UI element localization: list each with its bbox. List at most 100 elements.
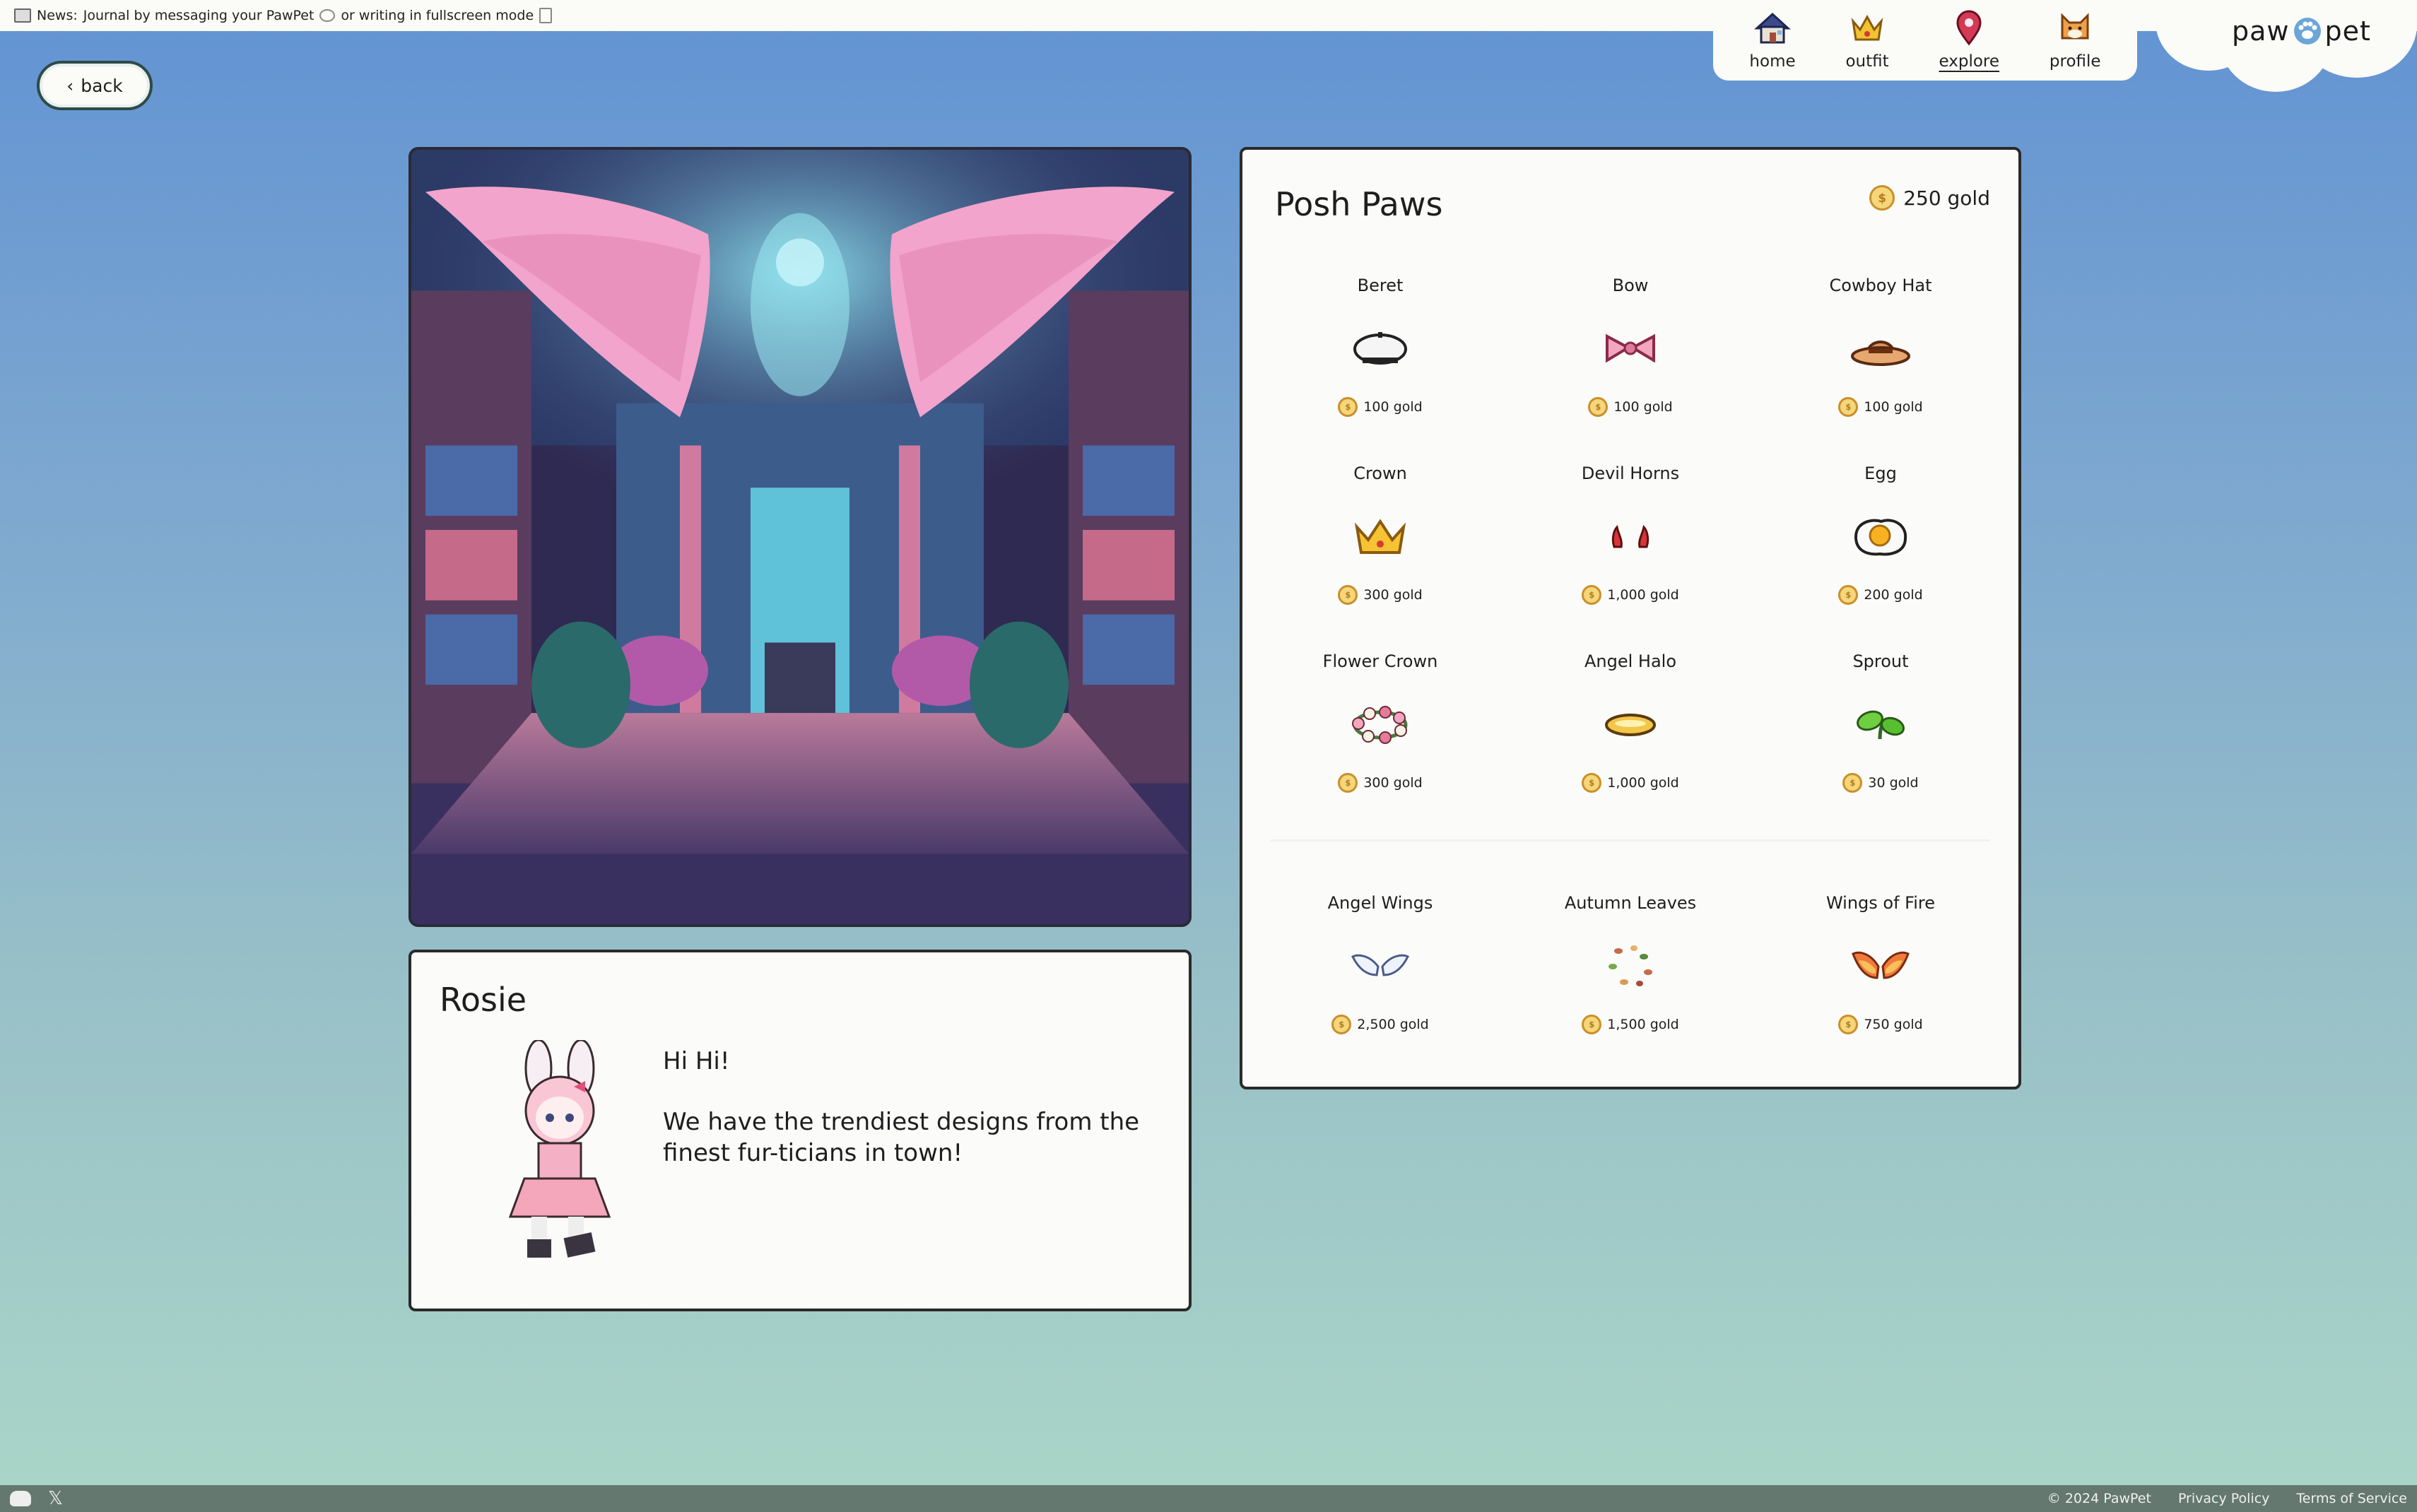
coin-icon xyxy=(1838,1015,1859,1034)
coin-icon xyxy=(1582,773,1602,793)
angel-wings-icon xyxy=(1351,954,1410,976)
shop-item-devil-horns[interactable]: Devil Horns 1,000 gold xyxy=(1505,455,1756,643)
item-price: 300 gold xyxy=(1338,585,1423,605)
coin-icon xyxy=(1582,1015,1602,1034)
coin-icon xyxy=(1338,585,1358,605)
shop-item-angel-halo[interactable]: Angel Halo 1,000 gold xyxy=(1505,643,1756,831)
egg-icon xyxy=(1854,519,1907,556)
back-label: back xyxy=(81,75,123,96)
logo-text-right: pet xyxy=(2324,16,2371,47)
shop-item-crown[interactable]: Crown 300 gold xyxy=(1255,455,1505,643)
item-price-amount: 200 gold xyxy=(1864,587,1923,603)
item-name: Crown xyxy=(1353,463,1407,483)
news-text-after: or writing in fullscreen mode xyxy=(341,8,534,23)
privacy-link[interactable]: Privacy Policy xyxy=(2178,1491,2269,1506)
item-price-amount: 300 gold xyxy=(1363,775,1423,791)
shop-item-cowboy-hat[interactable]: Cowboy Hat 100 gold xyxy=(1756,267,2006,455)
shop-item-egg[interactable]: Egg 200 gold xyxy=(1756,455,2006,643)
item-price-amount: 100 gold xyxy=(1613,399,1673,415)
fullscreen-icon xyxy=(539,8,553,23)
coin-icon xyxy=(1582,585,1602,605)
fire-wings-icon xyxy=(1852,951,1910,979)
item-price-amount: 1,500 gold xyxy=(1607,1017,1679,1032)
item-price-amount: 1,000 gold xyxy=(1607,775,1679,791)
terms-link[interactable]: Terms of Service xyxy=(2296,1491,2407,1506)
shop-item-flower-crown[interactable]: Flower Crown 300 gold xyxy=(1255,643,1505,831)
social-links: 𝕏 xyxy=(10,1488,63,1509)
shop-item-sprout[interactable]: Sprout 30 gold xyxy=(1756,643,2006,831)
shop-item-autumn-leaves[interactable]: Autumn Leaves 1,500 gold xyxy=(1505,885,1756,1073)
item-price-amount: 300 gold xyxy=(1363,587,1423,603)
top-nav: home outfit explore profile xyxy=(1713,0,2137,81)
back-button[interactable]: ‹ back xyxy=(37,61,153,110)
newspaper-icon xyxy=(14,8,31,23)
npc-bunny-sprite xyxy=(508,1040,611,1258)
nav-explore[interactable]: explore xyxy=(1939,10,1999,71)
discord-icon[interactable] xyxy=(10,1491,31,1506)
shop-item-bow[interactable]: Bow 100 gold xyxy=(1505,267,1756,455)
chevron-left-icon: ‹ xyxy=(66,75,74,96)
x-icon[interactable]: 𝕏 xyxy=(48,1488,63,1509)
copyright: © 2024 PawPet xyxy=(2047,1491,2151,1506)
cat-face-icon xyxy=(2061,13,2089,40)
npc-dialog: Rosie Hi Hi! We have the trendiest desig… xyxy=(408,950,1192,1311)
news-text-before: Journal by messaging your PawPet xyxy=(83,8,314,23)
coin-icon xyxy=(1331,1015,1352,1034)
item-name: Angel Halo xyxy=(1584,651,1677,671)
shop-panel: Posh Paws 250 gold Beret 100 gold Bow xyxy=(1240,147,2021,1089)
cowboy-hat-icon xyxy=(1851,341,1910,366)
shop-item-angel-wings[interactable]: Angel Wings 2,500 gold xyxy=(1255,885,1505,1073)
item-name: Sprout xyxy=(1852,651,1909,671)
map-pin-icon xyxy=(1956,10,1982,46)
player-gold: 250 gold xyxy=(1869,185,1990,211)
shop-item-wings-of-fire[interactable]: Wings of Fire 750 gold xyxy=(1756,885,2006,1073)
item-price-amount: 2,500 gold xyxy=(1357,1017,1429,1032)
nav-outfit[interactable]: outfit xyxy=(1845,10,1889,71)
coin-icon xyxy=(1338,397,1358,417)
item-price-amount: 30 gold xyxy=(1868,775,1919,791)
item-price: 300 gold xyxy=(1338,773,1423,793)
item-price: 100 gold xyxy=(1588,397,1673,417)
item-name: Cowboy Hat xyxy=(1829,276,1932,295)
house-icon xyxy=(1754,12,1791,44)
item-price-amount: 100 gold xyxy=(1864,399,1923,415)
nav-home[interactable]: home xyxy=(1749,10,1796,71)
item-name: Flower Crown xyxy=(1322,651,1438,671)
item-price: 2,500 gold xyxy=(1331,1015,1429,1034)
coin-icon xyxy=(1838,585,1859,605)
footer: 𝕏 © 2024 PawPet Privacy Policy Terms of … xyxy=(0,1485,2417,1512)
item-price: 1,500 gold xyxy=(1582,1015,1679,1034)
coin-icon xyxy=(1588,397,1609,417)
item-name: Egg xyxy=(1864,463,1897,483)
shop-scene-image xyxy=(408,147,1192,927)
item-name: Devil Horns xyxy=(1581,463,1680,483)
npc-greeting: Hi Hi! xyxy=(663,1047,730,1075)
crown-icon xyxy=(1354,519,1406,554)
nav-outfit-label: outfit xyxy=(1845,52,1889,71)
sprout-icon xyxy=(1857,710,1905,740)
nav-home-label: home xyxy=(1749,52,1796,71)
item-name: Autumn Leaves xyxy=(1564,893,1697,913)
headwear-grid: Beret 100 gold Bow 100 gold xyxy=(1242,267,2018,831)
nav-profile[interactable]: profile xyxy=(2050,10,2101,71)
player-gold-amount: 250 gold xyxy=(1903,186,1990,210)
item-price-amount: 750 gold xyxy=(1864,1017,1923,1032)
shop-item-beret[interactable]: Beret 100 gold xyxy=(1255,267,1505,455)
item-name: Angel Wings xyxy=(1327,893,1433,913)
coin-icon xyxy=(1869,185,1895,211)
speech-bubble-icon xyxy=(319,9,336,22)
app-logo[interactable]: paw pet xyxy=(2232,16,2371,47)
item-name: Beret xyxy=(1357,276,1404,295)
crown-icon xyxy=(1851,14,1883,41)
item-price: 200 gold xyxy=(1838,585,1923,605)
paw-icon xyxy=(2293,18,2321,45)
devil-horns-icon xyxy=(1611,524,1649,548)
item-price: 30 gold xyxy=(1842,773,1919,793)
coin-icon xyxy=(1338,773,1358,793)
section-divider xyxy=(1271,839,1990,841)
coin-icon xyxy=(1838,397,1859,417)
flower-crown-icon xyxy=(1352,706,1408,744)
item-price-amount: 100 gold xyxy=(1363,399,1423,415)
autumn-leaves-icon xyxy=(1609,945,1652,986)
coin-icon xyxy=(1842,773,1863,793)
